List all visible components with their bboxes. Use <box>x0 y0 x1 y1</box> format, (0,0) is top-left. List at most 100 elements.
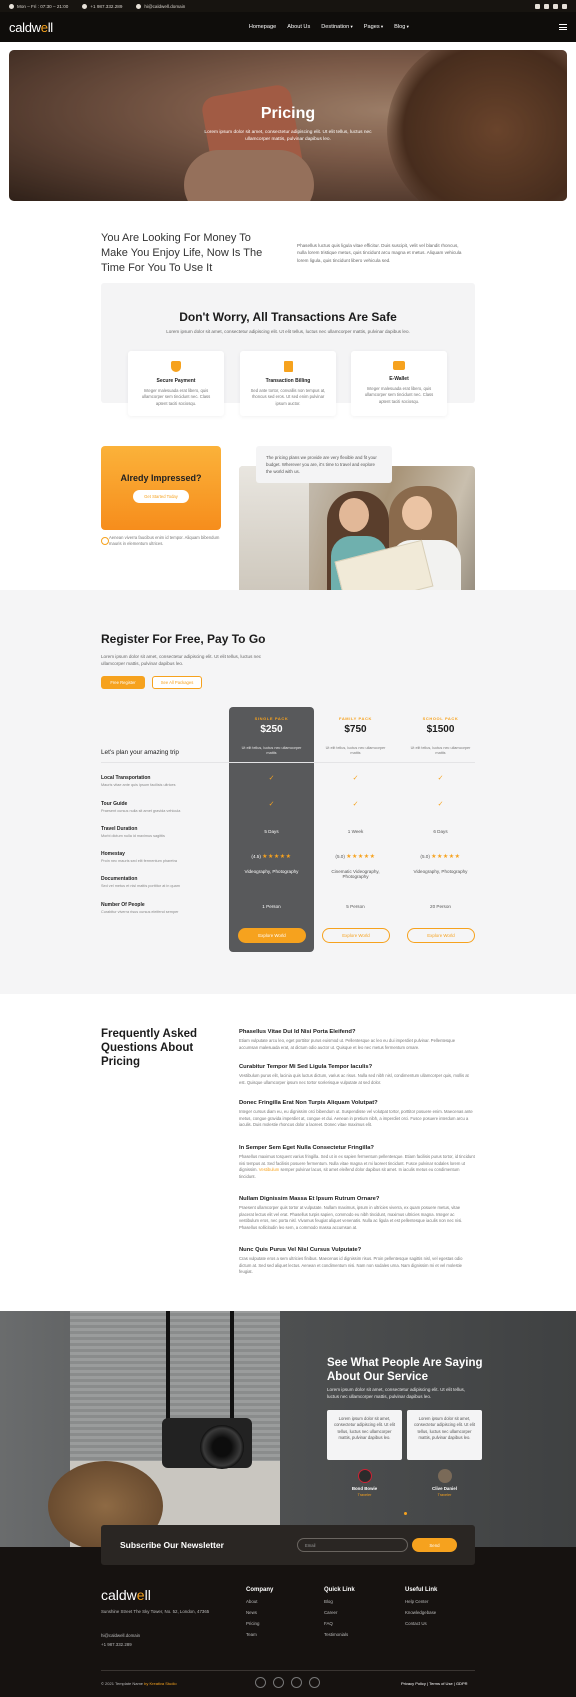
twitter-icon[interactable] <box>553 3 558 9</box>
documentation-value: Videography, Photography <box>413 869 468 874</box>
pack-desc: Ut elit tellus, luctus nec ullamcorper m… <box>241 746 302 756</box>
register-heading: Register For Free, Pay To Go <box>101 632 266 646</box>
rating: (4.5) ★★★★★ <box>251 854 292 860</box>
table-row: Documentation Sed vel metus et nisl matti… <box>101 876 180 888</box>
footer-link[interactable]: About <box>246 1599 273 1604</box>
newsletter-send-button[interactable]: Send <box>412 1538 457 1552</box>
facebook-icon[interactable] <box>255 1677 266 1688</box>
check-icon: ✓ <box>352 801 359 808</box>
testimonial-name: Bond Bowie <box>351 1486 378 1491</box>
faq-item[interactable]: Phasellus Vitae Dui Id Nisi Porta Eleife… <box>239 1029 475 1051</box>
nav-blog[interactable]: Blog <box>394 24 409 30</box>
newsletter-email-input[interactable]: Email <box>297 1538 408 1552</box>
faq-item[interactable]: Donec Fringilla Erat Non Turpis Aliquam … <box>239 1100 475 1129</box>
get-started-button[interactable]: Get Started Today <box>133 490 189 503</box>
location-pin-icon <box>101 537 109 545</box>
credit-link[interactable]: by Kreativa Studio <box>144 1681 176 1686</box>
documentation-value: Cinematic Videography, Photography <box>331 869 380 879</box>
free-register-button[interactable]: Free Register <box>101 676 145 689</box>
billing-icon <box>283 361 293 372</box>
legal-links: Privacy Policy | Terms of Use | GDPR <box>401 1681 468 1686</box>
nav-about-us[interactable]: About Us <box>287 24 310 30</box>
pricing-table-title: Let's plan your amazing trip <box>101 749 179 756</box>
table-row: Number Of People Curabitur viverra risus … <box>101 902 179 914</box>
table-row: Travel Duration Morbi dictum nulla id max… <box>101 826 165 838</box>
faq-link[interactable]: Vestibulum <box>259 1167 279 1172</box>
shield-icon <box>171 361 181 372</box>
explore-world-button[interactable]: Explore World <box>322 928 390 943</box>
privacy-policy-link[interactable]: Privacy Policy <box>401 1681 426 1686</box>
table-row: Local Transportation Mauris vitae ante qu… <box>101 775 176 787</box>
main-nav: caldwell Homepage About Us Destination P… <box>0 12 576 42</box>
nav-destination[interactable]: Destination <box>321 24 353 30</box>
nav-homepage[interactable]: Homepage <box>249 24 276 30</box>
footer-link[interactable]: Team <box>246 1632 273 1637</box>
see-all-packages-button[interactable]: See All Packages <box>152 676 202 689</box>
facebook-icon[interactable] <box>535 3 540 9</box>
hours-info: Mon – Fri : 07:30 – 21:00 <box>9 3 68 9</box>
terms-link[interactable]: Terms of Use <box>429 1681 453 1686</box>
star-icon: ★★★★★ <box>431 854 461 860</box>
pack-name: FAMILY PACK <box>339 716 372 721</box>
testimonial-quote: Lorem ipsum dolor sit amet, consectetur … <box>327 1410 402 1460</box>
nav-pages[interactable]: Pages <box>364 24 383 30</box>
footer-link[interactable]: Pricing <box>246 1621 273 1626</box>
check-icon: ✓ <box>352 775 359 782</box>
logo[interactable]: caldwell <box>9 20 53 35</box>
divider <box>101 762 475 763</box>
youtube-icon[interactable] <box>291 1677 302 1688</box>
avatar <box>358 1469 372 1483</box>
documentation-value: Videography, Photography <box>244 869 299 874</box>
rating: (5.0) ★★★★★ <box>420 854 461 860</box>
faq-item[interactable]: Curabitur Tempor Mi Sed Ligula Tempor Ia… <box>239 1064 475 1086</box>
footer-link[interactable]: FAQ <box>324 1621 355 1626</box>
footer-link[interactable]: Career <box>324 1610 355 1615</box>
email-info[interactable]: hi@caldwell.domain <box>136 3 185 9</box>
impressed-box: Alredy Impressed? Get Started Today <box>101 446 221 530</box>
top-bar: Mon – Fri : 07:30 – 21:00 +1 987.332.289… <box>0 0 576 12</box>
testimonial-role: Traveler <box>357 1493 372 1497</box>
testimonial-name: Clive Daniel <box>432 1486 457 1491</box>
twitter-icon[interactable] <box>273 1677 284 1688</box>
duration-value: 5 Days <box>264 829 279 834</box>
impressed-note: Aenean viverra faucibus enim id tempor. … <box>109 535 220 547</box>
footer-link[interactable]: News <box>246 1610 273 1615</box>
feature-card-transaction-billing: Transaction Billing Sed ante tortor, con… <box>240 351 336 416</box>
check-icon: ✓ <box>268 801 275 808</box>
clock-icon <box>9 3 14 9</box>
youtube-icon[interactable] <box>562 3 567 9</box>
footer-phone[interactable]: +1 987.332.289 <box>101 1642 132 1647</box>
pack-desc: Ut elit tellus, luctus nec ullamcorper m… <box>410 746 471 756</box>
safe-text: Lorem ipsum dolor sit amet, consectetur … <box>166 329 410 334</box>
check-icon: ✓ <box>437 775 444 782</box>
footer-link[interactable]: Contact Us <box>405 1621 437 1626</box>
footer-link[interactable]: Testimonials <box>324 1632 355 1637</box>
footer-link[interactable]: Help Center <box>405 1599 437 1604</box>
footer-logo[interactable]: caldwell <box>101 1587 151 1603</box>
table-row: Homestay Proin nec mauris sed elit fermen… <box>101 851 177 863</box>
slider-dot[interactable] <box>404 1512 407 1515</box>
faq-item[interactable]: Nunc Quis Purus Vel Nisl Cursus Vulputat… <box>239 1247 475 1276</box>
pack-price: $750 <box>344 724 367 735</box>
phone-info[interactable]: +1 987.332.289 <box>82 3 122 9</box>
feature-card-e-wallet: E-Wallet Integer malesuada erat libero, … <box>351 351 447 416</box>
faq-item[interactable]: Nullam Dignissim Massa Et Ipsum Rutrum O… <box>239 1196 475 1231</box>
footer-email[interactable]: hi@caldwell.domain <box>101 1633 140 1638</box>
pack-price: $1500 <box>426 724 455 735</box>
newsletter-heading: Subscribe Our Newsletter <box>120 1540 224 1550</box>
footer-link[interactable]: Knowledgebase <box>405 1610 437 1615</box>
menu-icon[interactable] <box>559 24 567 30</box>
faq-item[interactable]: In Semper Sem Eget Nulla Consectetur Fri… <box>239 1145 475 1180</box>
instagram-icon[interactable] <box>309 1677 320 1688</box>
footer-address: Sunshine Street The Sky Tower, No. 52, L… <box>101 1609 210 1614</box>
testimonial-role: Traveler <box>437 1493 452 1497</box>
instagram-icon[interactable] <box>544 3 549 9</box>
explore-world-button[interactable]: Explore World <box>407 928 475 943</box>
explore-world-button[interactable]: Explore World <box>238 928 306 943</box>
people-value: 5 Person <box>346 904 365 909</box>
star-icon: ★★★★★ <box>262 854 292 860</box>
avatar <box>438 1469 452 1483</box>
footer-col-useful-link: Useful Link Help Center Knowledgebase Co… <box>405 1587 438 1626</box>
footer-link[interactable]: Blog <box>324 1599 355 1604</box>
gdpr-link[interactable]: GDPR <box>456 1681 468 1686</box>
